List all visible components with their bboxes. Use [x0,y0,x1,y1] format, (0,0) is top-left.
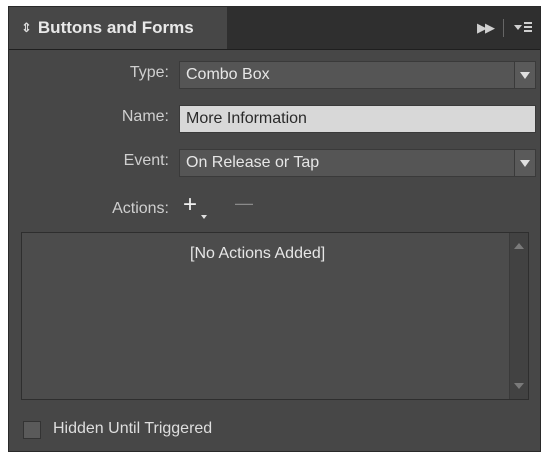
name-field[interactable]: More Information [179,105,536,133]
actions-label: Actions: [112,200,169,217]
hidden-until-triggered-label: Hidden Until Triggered [53,420,213,437]
chevron-down-icon [201,215,207,219]
panel-menu-icon[interactable] [514,21,532,35]
scroll-down-icon[interactable] [514,383,524,389]
add-action-button[interactable]: + [183,191,197,219]
type-label: Type: [129,64,169,81]
actions-scrollbar[interactable] [509,233,528,399]
chevron-down-icon[interactable] [514,62,535,88]
chevron-down-icon[interactable] [514,150,535,176]
empty-actions-message: [No Actions Added] [190,245,326,262]
sort-updown-icon[interactable]: ⇕ [21,20,32,36]
event-label: Event: [123,152,169,169]
fast-forward-icon[interactable]: ▶▶ [477,20,495,36]
scroll-up-icon[interactable] [514,243,524,249]
type-dropdown[interactable]: Combo Box [179,61,536,89]
buttons-and-forms-panel: ⇕ Buttons and Forms ▶▶ Type: Combo Box N… [8,6,541,452]
name-label: Name: [121,108,169,125]
divider [503,19,504,37]
panel-tabbar: ⇕ Buttons and Forms ▶▶ [9,7,540,50]
hidden-until-triggered-checkbox[interactable] [23,421,41,439]
event-dropdown-value: On Release or Tap [186,154,320,171]
panel-controls: ▶▶ [477,7,532,49]
type-dropdown-value: Combo Box [186,66,270,83]
tab-buttons-and-forms[interactable]: ⇕ Buttons and Forms [9,7,227,49]
panel-title: Buttons and Forms [37,18,194,37]
actions-list[interactable]: [No Actions Added] [21,232,529,400]
event-dropdown[interactable]: On Release or Tap [179,149,536,177]
remove-action-button[interactable]: — [235,193,253,214]
